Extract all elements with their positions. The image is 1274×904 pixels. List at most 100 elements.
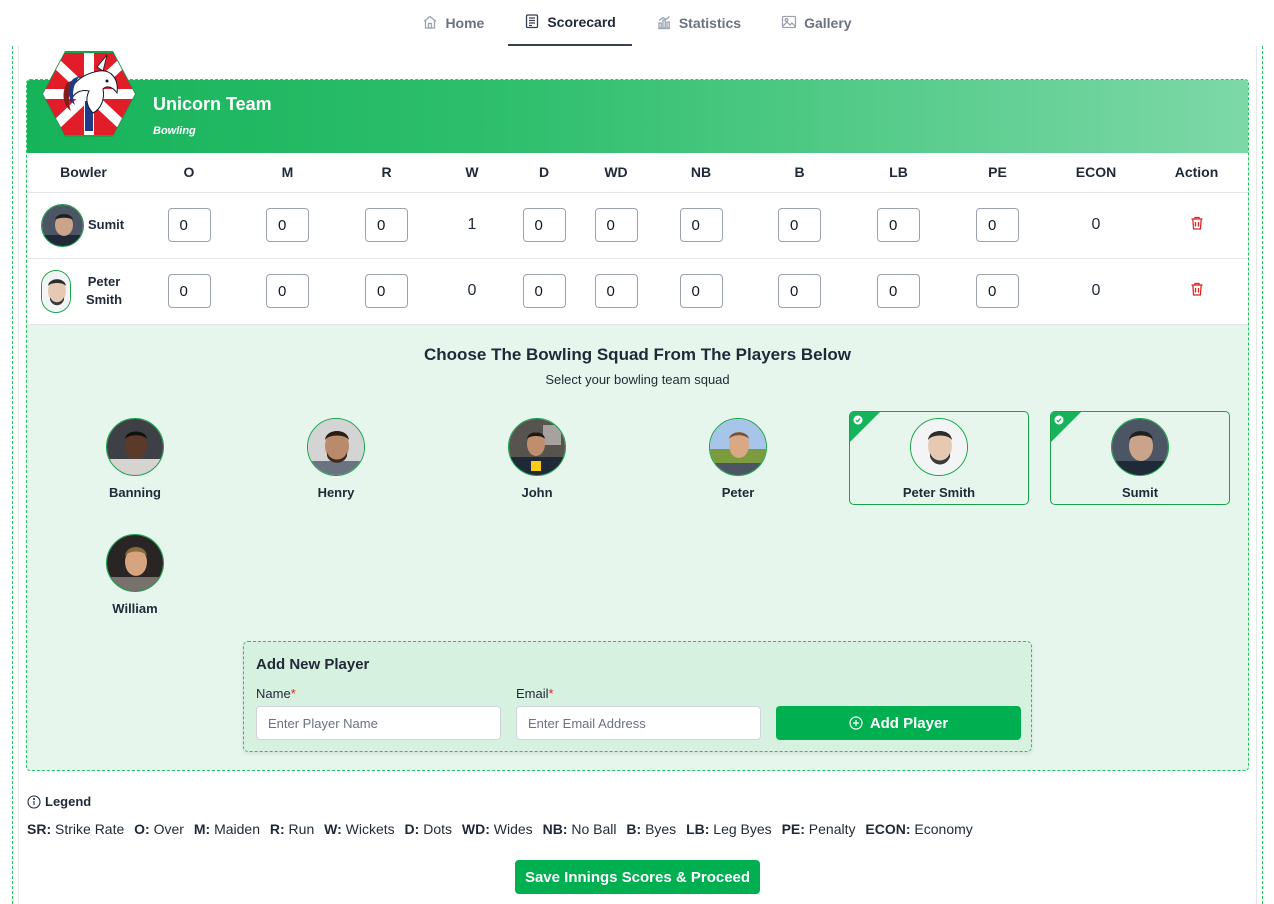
legend-item: WD: Wides <box>462 821 533 837</box>
penalty-input[interactable] <box>976 274 1019 308</box>
avatar <box>910 418 968 476</box>
maidens-input[interactable] <box>266 208 309 242</box>
tab-home-label: Home <box>445 15 485 31</box>
name-label: Name* <box>256 686 296 701</box>
player-card-john[interactable]: John <box>447 412 627 506</box>
player-card-henry[interactable]: Henry <box>246 412 426 506</box>
plus-circle-icon <box>849 716 863 730</box>
legend-key: O: <box>134 821 150 837</box>
legend-value: Run <box>288 821 315 837</box>
page-guide-right <box>1262 46 1263 904</box>
col-header: PE <box>948 153 1047 193</box>
legend-item: R: Run <box>270 821 314 837</box>
player-name: Sumit <box>1121 485 1159 500</box>
add-player-button[interactable]: Add Player <box>776 706 1021 740</box>
legend-key: SR: <box>27 821 52 837</box>
player-name-input[interactable] <box>256 706 501 740</box>
page-border-left <box>18 46 19 904</box>
legend-value: Dots <box>423 821 452 837</box>
table-row: Peter Smith 0 0 <box>27 258 1248 325</box>
col-header: D <box>508 153 580 193</box>
avatar <box>106 534 164 592</box>
legend-value: Penalty <box>808 821 856 837</box>
legend-item: ECON: Economy <box>865 821 972 837</box>
no-balls-input[interactable] <box>679 208 723 242</box>
player-card-banning[interactable]: Banning <box>45 412 225 506</box>
legend-row: SR: Strike Rate O: Over M: Maiden R: Run… <box>27 821 979 837</box>
overs-input[interactable] <box>167 208 211 242</box>
col-header: LB <box>849 153 948 193</box>
legend-value: No Ball <box>571 821 617 837</box>
player-name: Peter <box>721 485 755 500</box>
legend-key: ECON: <box>865 821 911 837</box>
leg-byes-input[interactable] <box>877 208 920 242</box>
top-nav: Home Scorecard Statistics Gallery <box>0 0 1274 46</box>
legend-key: M: <box>193 821 211 837</box>
economy-value: 0 <box>1047 258 1145 325</box>
info-icon <box>27 794 41 809</box>
delete-icon[interactable] <box>1189 281 1205 297</box>
no-balls-input[interactable] <box>679 274 723 308</box>
bowler-name: Peter Smith <box>85 274 123 307</box>
col-header: Action <box>1145 153 1248 193</box>
add-player-title: Add New Player <box>256 656 370 673</box>
legend-key: PE: <box>781 821 805 837</box>
col-header: W <box>436 153 508 193</box>
avatar <box>41 203 84 247</box>
legend-key: D: <box>404 821 420 837</box>
dots-input[interactable] <box>522 274 566 308</box>
team-role: Bowling <box>153 125 196 137</box>
tab-home[interactable]: Home <box>406 0 500 46</box>
wides-input[interactable] <box>594 274 638 308</box>
team-header: Unicorn Team Bowling <box>27 51 1248 153</box>
runs-input[interactable] <box>365 208 408 242</box>
legend-item: O: Over <box>134 821 184 837</box>
legend-value: Economy <box>914 821 973 837</box>
player-card-william[interactable]: William <box>45 528 225 622</box>
col-header: Bowler <box>27 153 140 193</box>
team-logo <box>41 49 137 139</box>
col-header: NB <box>652 153 750 193</box>
legend-key: B: <box>626 821 642 837</box>
legend-value: Wickets <box>345 821 395 837</box>
player-card-peter[interactable]: Peter <box>648 412 828 506</box>
legend-value: Maiden <box>214 821 260 837</box>
required-mark: * <box>548 686 554 701</box>
byes-input[interactable] <box>778 208 821 242</box>
legend-item: B: Byes <box>626 821 676 837</box>
legend-key: NB: <box>542 821 568 837</box>
col-header: ECON <box>1047 153 1145 193</box>
legend-key: R: <box>269 821 285 837</box>
leg-byes-input[interactable] <box>877 274 920 308</box>
required-mark: * <box>290 686 296 701</box>
col-header: WD <box>580 153 652 193</box>
player-name: John <box>521 485 553 500</box>
page-guide-left <box>12 46 13 904</box>
player-card-peter-smith[interactable]: Peter Smith <box>849 411 1029 505</box>
legend-key: LB: <box>686 821 710 837</box>
bowler-name: Sumit <box>88 217 125 232</box>
runs-input[interactable] <box>365 274 408 308</box>
player-card-sumit[interactable]: Sumit <box>1050 411 1230 505</box>
scorecard-page: Home Scorecard Statistics Gallery Unicor… <box>0 0 1274 904</box>
scorecard-icon <box>524 13 540 32</box>
maidens-input[interactable] <box>266 274 309 308</box>
legend-value: Strike Rate <box>55 821 125 837</box>
save-innings-button[interactable]: Save Innings Scores & Proceed <box>515 860 760 894</box>
tab-statistics[interactable]: Statistics <box>640 0 757 46</box>
col-header: R <box>337 153 436 193</box>
table-row: Sumit 1 0 <box>27 192 1248 259</box>
delete-icon[interactable] <box>1189 215 1205 231</box>
check-icon <box>853 415 863 425</box>
penalty-input[interactable] <box>976 208 1019 242</box>
overs-input[interactable] <box>167 274 211 308</box>
bowling-card: Unicorn Team Bowling Bowler O M R W D WD… <box>26 51 1249 771</box>
legend-item: SR: Strike Rate <box>27 821 124 837</box>
email-input[interactable] <box>516 706 761 740</box>
dots-input[interactable] <box>522 208 566 242</box>
wickets-value: 1 <box>436 192 508 259</box>
byes-input[interactable] <box>778 274 821 308</box>
tab-gallery[interactable]: Gallery <box>765 0 867 46</box>
tab-scorecard[interactable]: Scorecard <box>508 0 632 46</box>
wides-input[interactable] <box>594 208 638 242</box>
